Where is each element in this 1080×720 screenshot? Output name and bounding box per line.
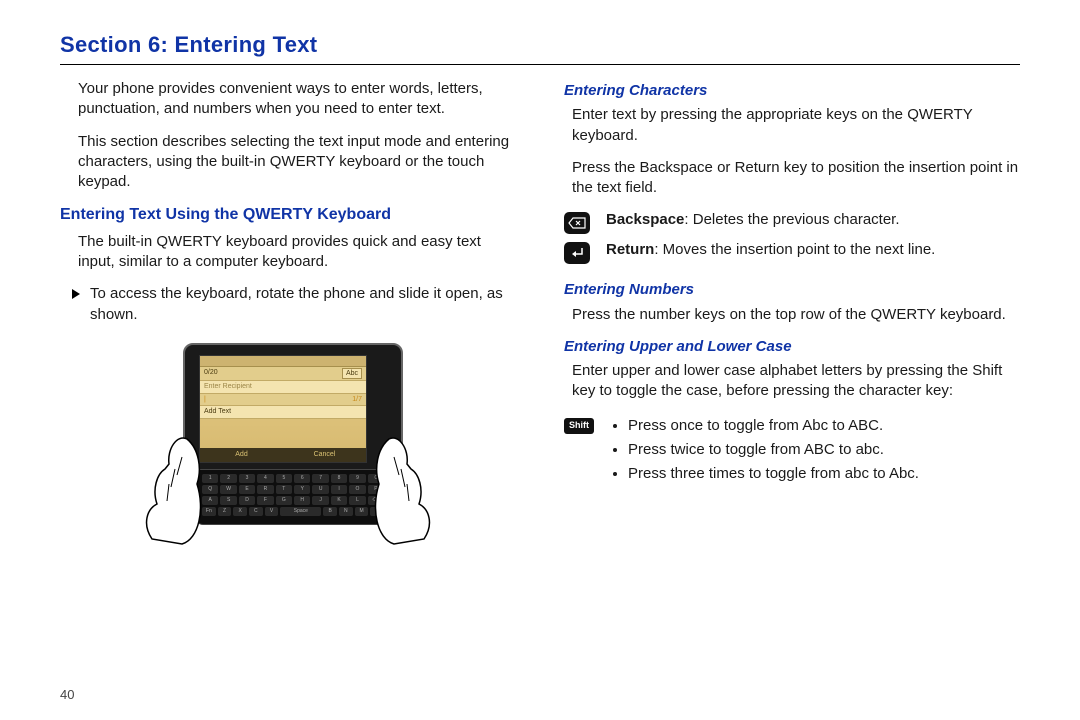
kb-key: O (349, 485, 365, 494)
nums-p: Press the number keys on the top row of … (572, 305, 1020, 325)
kb-key: X (233, 507, 247, 516)
return-row: Return: Moves the insertion point to the… (564, 240, 1020, 264)
subheading-entering-characters: Entering Characters (564, 81, 1020, 101)
kb-key: T (276, 485, 292, 494)
screen-recipient-placeholder: Enter Recipient (204, 382, 252, 391)
section-title: Section 6: Entering Text (60, 32, 1020, 58)
backspace-text: Backspace: Deletes the previous characte… (606, 210, 1020, 230)
subheading-qwerty: Entering Text Using the QWERTY Keyboard (60, 204, 516, 226)
return-text: Return: Moves the insertion point to the… (606, 240, 1020, 260)
backspace-label: Backspace (606, 211, 684, 228)
kb-key: V (265, 507, 279, 516)
kb-key: D (239, 496, 255, 505)
screen-mode-abc: Abc (342, 368, 362, 379)
subheading-entering-numbers: Entering Numbers (564, 280, 1020, 300)
kb-key: 3 (239, 474, 255, 483)
shift-bullet-1: Press once to toggle from Abc to ABC. (628, 416, 1020, 436)
left-column: Your phone provides convenient ways to e… (60, 79, 516, 545)
kb-key: 2 (220, 474, 236, 483)
screen-fraction: 1/7 (352, 395, 362, 404)
kb-key: 6 (294, 474, 310, 483)
step-bullet-icon (72, 289, 80, 299)
intro-paragraph-2: This section describes selecting the tex… (78, 132, 516, 193)
kb-key: I (331, 485, 347, 494)
kb-key: Y (294, 485, 310, 494)
kb-key: E (239, 485, 255, 494)
screen-counter: 0/20 (204, 368, 218, 379)
kb-key: W (220, 485, 236, 494)
shift-row: Shift Press once to toggle from Abc to A… (564, 414, 1020, 489)
kb-key: N (339, 507, 353, 516)
kb-key: F (257, 496, 273, 505)
kb-key: 4 (257, 474, 273, 483)
chars-p2: Press the Backspace or Return key to pos… (572, 158, 1020, 199)
shift-key-icon: Shift (564, 418, 594, 434)
kb-space: Space (280, 507, 321, 516)
hand-left-icon (127, 429, 207, 549)
backspace-key-icon (564, 212, 590, 234)
case-p: Enter upper and lower case alphabet lett… (572, 361, 1020, 402)
shift-bullet-3: Press three times to toggle from abc to … (628, 464, 1020, 484)
kb-key: M (355, 507, 369, 516)
kb-key: C (249, 507, 263, 516)
kb-key: R (257, 485, 273, 494)
kb-key: J (312, 496, 328, 505)
kb-key: H (294, 496, 310, 505)
right-column: Entering Characters Enter text by pressi… (564, 79, 1020, 545)
title-rule (60, 64, 1020, 65)
backspace-row: Backspace: Deletes the previous characte… (564, 210, 1020, 234)
kb-key: L (349, 496, 365, 505)
phone-illustration: 0/20 Abc Enter Recipient | 1/7 Add Te (133, 335, 443, 545)
kb-key: U (312, 485, 328, 494)
intro-paragraph-1: Your phone provides convenient ways to e… (78, 79, 516, 120)
kb-key: 7 (312, 474, 328, 483)
return-desc: : Moves the insertion point to the next … (654, 241, 935, 258)
return-key-icon (564, 242, 590, 264)
kb-key: K (331, 496, 347, 505)
kb-key: S (220, 496, 236, 505)
shift-bullet-2: Press twice to toggle from ABC to abc. (628, 440, 1020, 460)
hand-right-icon (369, 429, 449, 549)
page-number: 40 (60, 687, 74, 702)
return-label: Return (606, 241, 654, 258)
kb-key: 9 (349, 474, 365, 483)
chars-p1: Enter text by pressing the appropriate k… (572, 105, 1020, 146)
kb-key: Z (218, 507, 232, 516)
phone-keyboard: 1 2 3 4 5 6 7 8 9 0 Q W E (195, 469, 391, 525)
backspace-desc: : Deletes the previous character. (684, 211, 899, 228)
kb-key: G (276, 496, 292, 505)
step-text: To access the keyboard, rotate the phone… (90, 284, 516, 325)
screen-addtext: Add Text (204, 407, 231, 416)
qwerty-body: The built-in QWERTY keyboard provides qu… (78, 232, 516, 273)
kb-key: 5 (276, 474, 292, 483)
subheading-upper-lower: Entering Upper and Lower Case (564, 337, 1020, 357)
screen-btn-cancel: Cancel (283, 448, 366, 462)
screen-btn-add: Add (200, 448, 283, 462)
step-access-keyboard: To access the keyboard, rotate the phone… (72, 284, 516, 325)
kb-key: 8 (331, 474, 347, 483)
kb-key: B (323, 507, 337, 516)
screen-cursor: | (204, 395, 206, 404)
two-column-layout: Your phone provides convenient ways to e… (60, 79, 1020, 545)
phone-screen: 0/20 Abc Enter Recipient | 1/7 Add Te (199, 355, 367, 463)
shift-bullets: Press once to toggle from Abc to ABC. Pr… (610, 416, 1020, 489)
